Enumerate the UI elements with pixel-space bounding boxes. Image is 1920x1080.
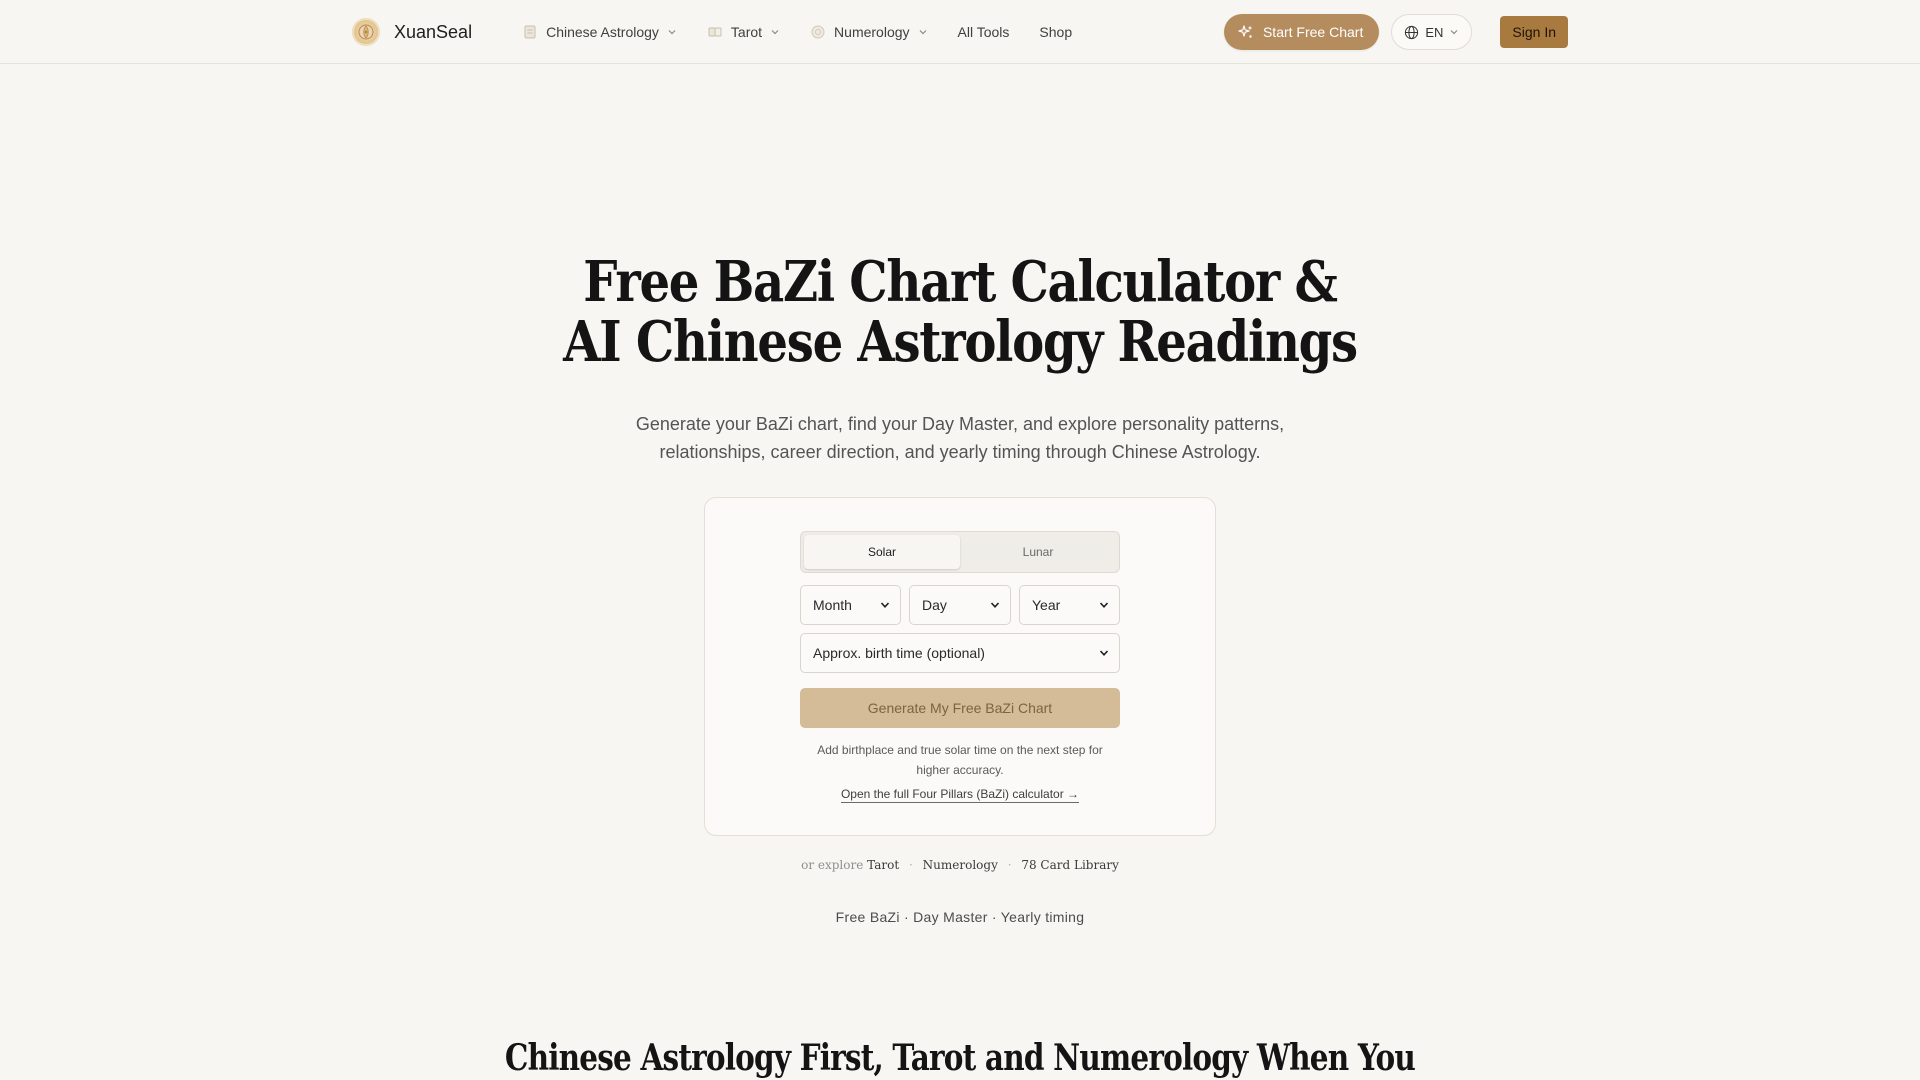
month-select[interactable]: Month [800, 585, 901, 625]
nav-item-numerology[interactable]: Numerology [810, 24, 927, 40]
calendar-type-toggle: Solar Lunar [800, 531, 1120, 573]
explore-link-card-library[interactable]: 78 Card Library [1021, 858, 1119, 872]
hero-title: Free BaZi Chart Calculator & AI Chinese … [134, 252, 1785, 372]
sparkles-icon [1238, 25, 1253, 38]
language-label: EN [1425, 24, 1444, 40]
hero-subtitle-line-2: relationships, career direction, and yea… [659, 442, 1261, 462]
nav-item-chinese-astrology[interactable]: Chinese Astrology [522, 24, 677, 40]
chevron-down-icon [667, 27, 677, 37]
site-header: XuanSeal Chinese Astrology Tarot Numerol… [0, 0, 1920, 64]
accuracy-hint-line-1: Add birthplace and true solar time on th… [817, 743, 1103, 757]
month-select-value: Month [813, 597, 852, 613]
toggle-lunar[interactable]: Lunar [960, 535, 1116, 569]
nav-label: All Tools [957, 24, 1010, 40]
hero-title-line-2: AI Chinese Astrology Readings [563, 309, 1358, 375]
day-select[interactable]: Day [909, 585, 1011, 625]
hero-subtitle-line-1: Generate your BaZi chart, find your Day … [635, 414, 1285, 434]
nav-label: Chinese Astrology [546, 24, 659, 40]
explore-separator: · [909, 858, 913, 872]
language-selector[interactable]: EN [1391, 14, 1473, 50]
full-calculator-link[interactable]: Open the full Four Pillars (BaZi) calcul… [840, 787, 1080, 803]
explore-link-tarot[interactable]: Tarot [867, 858, 899, 872]
nav-item-tarot[interactable]: Tarot [707, 24, 780, 40]
section-title: Chinese Astrology First, Tarot and Numer… [504, 1037, 1416, 1079]
tarot-card-icon [707, 24, 723, 40]
explore-separator: · [1007, 858, 1012, 872]
birth-time-select-value: Approx. birth time (optional) [813, 645, 985, 661]
explore-link-numerology[interactable]: Numerology [923, 858, 998, 872]
start-free-chart-button[interactable]: Start Free Chart [1223, 14, 1380, 50]
chevron-down-icon [1099, 602, 1109, 608]
bazi-form-card: Solar Lunar Month Day Year Approx. birth… [704, 497, 1216, 836]
chevron-down-icon [880, 602, 890, 608]
chevron-down-icon [1099, 650, 1109, 656]
globe-icon [1405, 25, 1419, 39]
chevron-down-icon [990, 602, 1000, 608]
numerology-icon [810, 24, 826, 40]
nav-label: Tarot [730, 24, 763, 40]
chevron-down-icon [1449, 27, 1459, 37]
header-inner: XuanSeal Chinese Astrology Tarot Numerol… [352, 0, 1568, 64]
birth-date-row: Month Day Year [800, 585, 1120, 625]
nav-label: Shop [1039, 24, 1073, 40]
explore-links: or explore Tarot · Numerology · 78 Card … [0, 858, 1920, 872]
nav-item-shop[interactable]: Shop [1039, 24, 1072, 40]
birth-time-select[interactable]: Approx. birth time (optional) [800, 633, 1120, 673]
seal-logo-icon [352, 18, 380, 46]
explore-prefix: or explore [801, 858, 864, 872]
hero-subtitle: Generate your BaZi chart, find your Day … [0, 410, 1920, 466]
full-calculator-link-wrap: Open the full Four Pillars (BaZi) calcul… [705, 787, 1215, 803]
chevron-down-icon [770, 27, 780, 37]
generate-chart-button[interactable]: Generate My Free BaZi Chart [800, 688, 1120, 728]
main-nav: Chinese Astrology Tarot Numerology All T… [522, 24, 1102, 40]
hero-title-line-1: Free BaZi Chart Calculator & [583, 249, 1338, 315]
accuracy-hint-line-2: higher accuracy. [916, 763, 1004, 777]
chevron-down-icon [918, 27, 928, 37]
nav-label: Numerology [834, 24, 910, 40]
day-select-value: Day [922, 597, 947, 613]
sign-in-button[interactable]: Sign In [1500, 16, 1568, 48]
brand-name: XuanSeal [394, 21, 473, 42]
nav-item-all-tools[interactable]: All Tools [958, 24, 1010, 40]
feature-tagline: Free BaZi · Day Master · Yearly timing [835, 909, 1085, 925]
brand-link[interactable]: XuanSeal [352, 18, 472, 46]
toggle-solar[interactable]: Solar [804, 535, 960, 569]
year-select[interactable]: Year [1019, 585, 1120, 625]
year-select-value: Year [1032, 597, 1061, 613]
cta-label: Start Free Chart [1262, 24, 1364, 40]
scroll-icon [522, 24, 538, 40]
accuracy-hint: Add birthplace and true solar time on th… [800, 740, 1120, 780]
header-actions: Start Free Chart EN Sign In [1223, 14, 1568, 50]
